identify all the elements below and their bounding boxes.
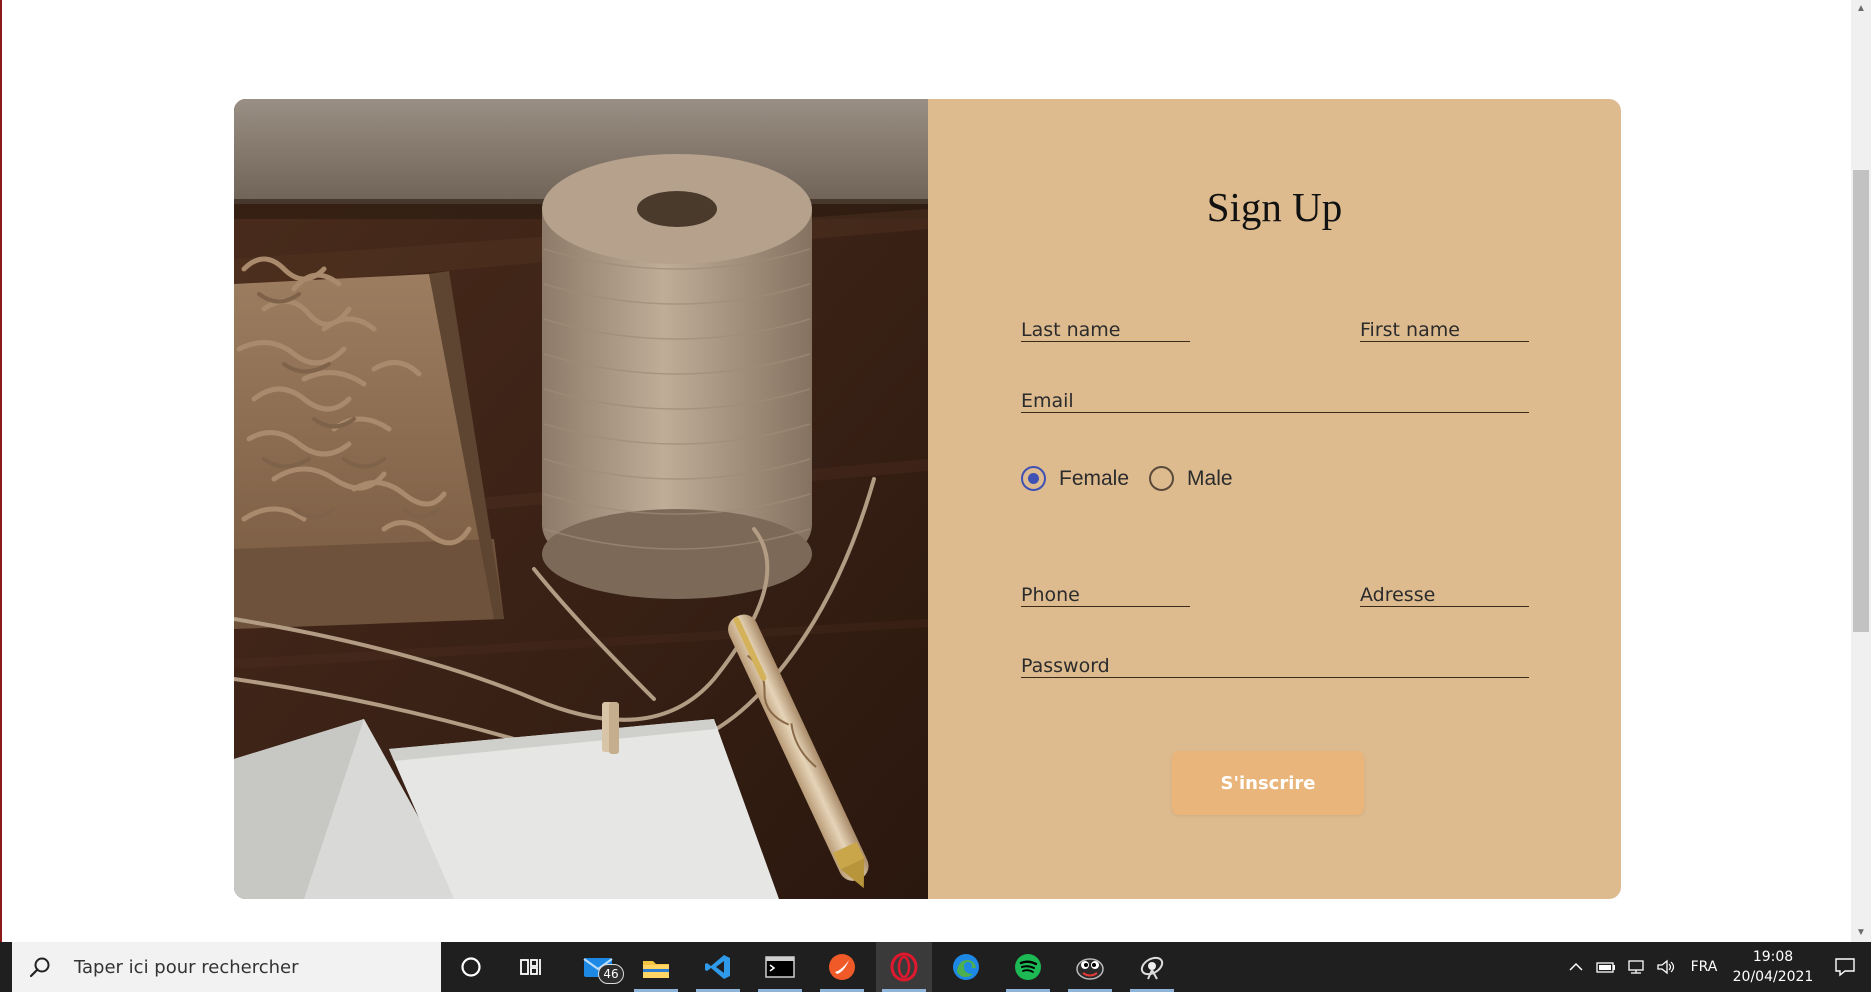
vscode-icon[interactable] [690, 942, 746, 992]
mail-badge: 46 [598, 964, 624, 984]
first-name-input[interactable] [1360, 312, 1529, 341]
signup-card: Sign Up Female Male [234, 99, 1621, 899]
taskbar-search-box[interactable]: Taper ici pour rechercher [12, 942, 441, 992]
system-tray: FRA 19:08 20/04/2021 [1561, 942, 1871, 992]
phone-input[interactable] [1021, 577, 1190, 606]
address-input[interactable] [1360, 577, 1529, 606]
clock-time: 19:08 [1752, 949, 1794, 965]
volume-icon[interactable] [1651, 959, 1681, 975]
notifications-icon[interactable] [1819, 957, 1871, 977]
female-radio-button[interactable] [1021, 466, 1046, 491]
scroll-down-icon[interactable]: ▼ [1851, 924, 1871, 942]
last-name-field-wrapper [1021, 312, 1190, 342]
male-radio-button[interactable] [1149, 466, 1175, 491]
first-name-field-wrapper [1360, 312, 1529, 342]
scroll-up-icon[interactable]: ▲ [1851, 0, 1871, 18]
satellite-app-icon[interactable] [1124, 942, 1180, 992]
signup-form: Sign Up Female Male [928, 99, 1621, 899]
terminal-icon[interactable] [752, 942, 808, 992]
scroll-thumb[interactable] [1853, 170, 1869, 632]
form-title: Sign Up [1206, 184, 1343, 230]
cortana-icon[interactable] [443, 942, 499, 992]
email-input[interactable] [1021, 383, 1529, 412]
address-field-wrapper [1360, 577, 1529, 607]
game-app-icon[interactable] [1062, 942, 1118, 992]
windows-taskbar: Taper ici pour rechercher 46 FRA 19:08 2… [0, 942, 1871, 992]
email-field-wrapper [1021, 383, 1529, 413]
male-radio-label: Male [1187, 466, 1233, 490]
spotify-icon[interactable] [1000, 942, 1056, 992]
opera-icon[interactable] [876, 942, 932, 992]
edge-icon[interactable] [938, 942, 994, 992]
gender-radio-group: Female Male [1021, 466, 1253, 491]
phone-field-wrapper [1021, 577, 1190, 607]
last-name-input[interactable] [1021, 312, 1190, 341]
chevron-up-icon[interactable] [1561, 962, 1591, 972]
clock[interactable]: 19:08 20/04/2021 [1727, 947, 1819, 987]
battery-icon[interactable] [1591, 961, 1621, 973]
window-edge [0, 0, 2, 942]
task-view-icon[interactable] [503, 942, 559, 992]
clock-date: 20/04/2021 [1732, 969, 1814, 985]
network-icon[interactable] [1621, 959, 1651, 975]
password-field-wrapper [1021, 648, 1529, 678]
search-placeholder: Taper ici pour rechercher [74, 956, 299, 978]
female-radio-option[interactable]: Female [1021, 466, 1129, 491]
twine-photo [234, 99, 928, 899]
female-radio-label: Female [1059, 466, 1130, 490]
language-indicator[interactable]: FRA [1681, 959, 1727, 975]
search-icon [26, 953, 54, 981]
browser-viewport: Sign Up Female Male [0, 0, 1871, 942]
password-input[interactable] [1021, 648, 1529, 677]
vertical-scrollbar[interactable]: ▲ ▼ [1851, 0, 1871, 942]
submit-button[interactable]: S'inscrire [1172, 751, 1364, 815]
file-explorer-icon[interactable] [628, 942, 684, 992]
swift-app-icon[interactable] [814, 942, 870, 992]
male-radio-option[interactable]: Male [1149, 466, 1233, 491]
